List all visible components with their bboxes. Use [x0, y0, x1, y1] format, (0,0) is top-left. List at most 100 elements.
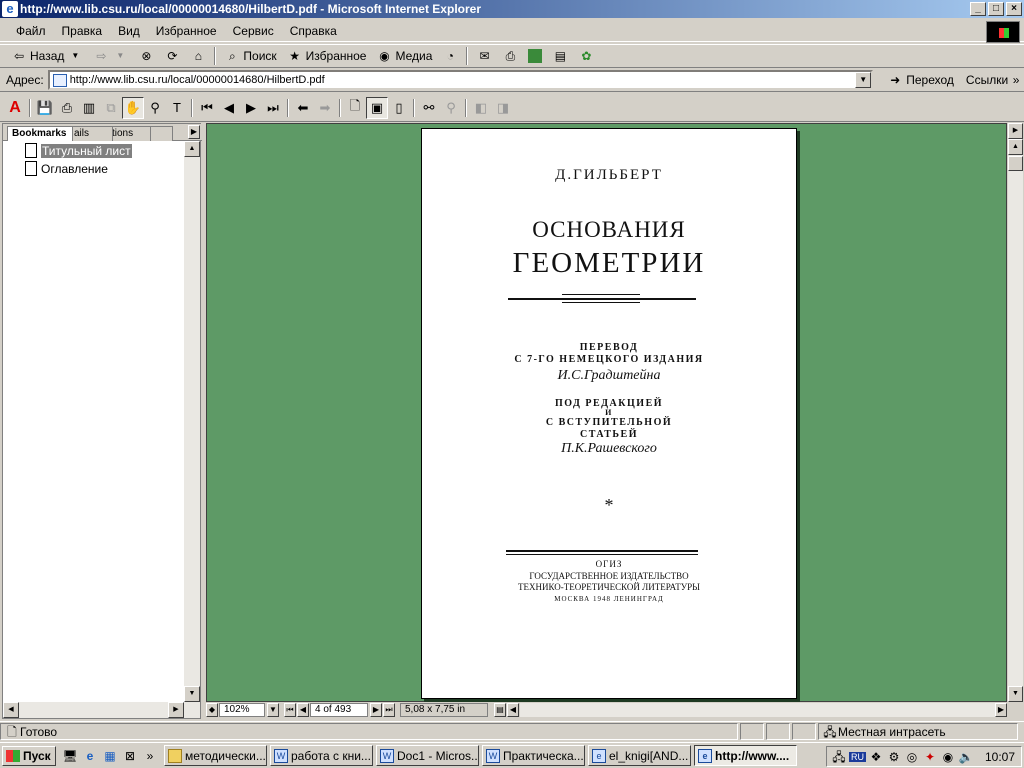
horizontal-scroll-track[interactable]: [520, 703, 995, 717]
taskbar-button[interactable]: W Doc1 - Micros...: [376, 745, 479, 766]
tray-app-icon[interactable]: ❖: [868, 749, 884, 765]
panel-arrow-icon[interactable]: ▶: [1008, 123, 1023, 139]
taskbar-button[interactable]: e el_knigi[AND...: [588, 745, 691, 766]
taskbar-button[interactable]: W Практическа...: [482, 745, 585, 766]
tray-app-icon[interactable]: ◎: [904, 749, 920, 765]
print-icon[interactable]: ⎙: [56, 97, 78, 119]
actual-size-icon[interactable]: 🗋: [344, 97, 366, 119]
document-scrollbar[interactable]: ▶ ▲ ▼: [1008, 123, 1023, 702]
tray-app-icon[interactable]: ◉: [940, 749, 956, 765]
first-page-icon[interactable]: ⏮: [196, 97, 218, 119]
page-number-field[interactable]: 4 of 493: [310, 703, 368, 717]
back-button[interactable]: ⇦ Назад ▼: [6, 45, 88, 67]
save-icon[interactable]: 💾: [34, 97, 56, 119]
text-select-icon[interactable]: T: [166, 97, 188, 119]
scroll-right-icon[interactable]: ▶: [995, 703, 1007, 717]
address-input[interactable]: http://www.lib.csu.ru/local/00000014680/…: [47, 70, 874, 90]
scroll-left-icon[interactable]: ◀: [3, 702, 19, 718]
scroll-down-icon[interactable]: ▼: [184, 686, 200, 702]
language-indicator[interactable]: RU: [849, 751, 866, 762]
links-button[interactable]: Ссылки: [960, 73, 1008, 87]
go-button[interactable]: ➜ Переход: [873, 72, 960, 88]
scroll-left-icon[interactable]: ◀: [507, 703, 519, 717]
panel-menu-arrow-icon[interactable]: ▶: [188, 125, 200, 139]
search-index-icon[interactable]: ⚲: [440, 97, 462, 119]
menu-tools[interactable]: Сервис: [225, 24, 282, 38]
favorites-button[interactable]: ★ Избранное: [282, 45, 372, 67]
previous-page-icon[interactable]: ◀: [218, 97, 240, 119]
forward-button[interactable]: ⇨ ▼: [88, 45, 133, 67]
bookmark-item[interactable]: Оглавление: [25, 161, 108, 176]
menu-favorites[interactable]: Избранное: [148, 24, 225, 38]
discuss-button[interactable]: ▤: [547, 45, 573, 67]
scroll-up-icon[interactable]: ▲: [184, 141, 200, 157]
network-icon[interactable]: 🖧: [831, 749, 847, 765]
navigation-toggle-icon[interactable]: ◆: [206, 703, 218, 717]
fit-width-icon[interactable]: ▯: [388, 97, 410, 119]
find-icon[interactable]: ⚯: [418, 97, 440, 119]
document-view[interactable]: Д.ГИЛЬБЕРТ ОСНОВАНИЯ ГЕОМЕТРИИ ПЕРЕВОД С…: [206, 123, 1007, 702]
next-page-icon[interactable]: ▶: [370, 703, 382, 717]
scroll-down-icon[interactable]: ▼: [1008, 686, 1023, 702]
copy-icon[interactable]: ⧉: [100, 97, 122, 119]
history-button[interactable]: ◔: [437, 45, 463, 67]
next-page-icon[interactable]: ▶: [240, 97, 262, 119]
menu-help[interactable]: Справка: [282, 24, 345, 38]
media-button[interactable]: ◉ Медиа: [371, 45, 437, 67]
go-forward-icon[interactable]: ➡: [314, 97, 336, 119]
media-player-icon[interactable]: ⊠: [122, 748, 138, 764]
bookmarks-hscrollbar[interactable]: ◀ ▶: [3, 702, 200, 718]
title-bar[interactable]: e http://www.lib.csu.ru/local/0000001468…: [0, 0, 1024, 18]
bookmarks-scrollbar[interactable]: ▲ ▼: [184, 141, 200, 702]
taskbar-button-active[interactable]: e http://www....: [694, 745, 797, 766]
volume-icon[interactable]: 🔈: [958, 749, 974, 765]
ie-icon[interactable]: e: [82, 748, 98, 764]
menu-edit[interactable]: Правка: [54, 24, 111, 38]
tab-bookmarks[interactable]: Bookmarks: [7, 126, 73, 141]
start-button[interactable]: Пуск: [2, 745, 56, 766]
zoom-dropdown-icon[interactable]: ▼: [267, 703, 279, 717]
scroll-up-icon[interactable]: ▲: [1008, 139, 1023, 155]
fit-page-icon[interactable]: ▣: [366, 96, 388, 119]
search-button[interactable]: ⌕ Поиск: [219, 45, 281, 67]
go-back-icon[interactable]: ⬅: [292, 97, 314, 119]
last-page-icon[interactable]: ⏭: [262, 97, 284, 119]
tray-app-icon[interactable]: ⚙: [886, 749, 902, 765]
rotate-left-icon[interactable]: ◧: [470, 97, 492, 119]
edit-button[interactable]: [523, 45, 547, 67]
page-layout-icon[interactable]: ▤: [494, 703, 506, 717]
home-button[interactable]: ⌂: [185, 45, 211, 67]
print-button[interactable]: ⎙: [497, 45, 523, 67]
chevron-right-icon[interactable]: »: [1008, 72, 1024, 88]
menu-view[interactable]: Вид: [110, 24, 148, 38]
adobe-logo-icon[interactable]: A: [4, 97, 26, 119]
zoom-tool-icon[interactable]: ⚲: [144, 97, 166, 119]
taskbar-button[interactable]: W работа с кни...: [270, 745, 373, 766]
chevron-down-icon[interactable]: ▼: [855, 72, 872, 88]
outlook-icon[interactable]: ▦: [102, 748, 118, 764]
desktop-icon[interactable]: 🖥: [62, 748, 78, 764]
tab-annotations[interactable]: tions: [107, 126, 151, 141]
minimize-button[interactable]: _: [970, 2, 986, 16]
tray-app-icon[interactable]: ✦: [922, 749, 938, 765]
scroll-right-icon[interactable]: ▶: [168, 702, 184, 718]
zoom-field[interactable]: 102%: [219, 703, 265, 717]
stop-button[interactable]: ⊗: [133, 45, 159, 67]
scroll-thumb[interactable]: [1008, 156, 1023, 171]
rotate-right-icon[interactable]: ◨: [492, 97, 514, 119]
show-navigation-pane-icon[interactable]: ▥: [78, 97, 100, 119]
taskbar-button[interactable]: методически...: [164, 745, 267, 766]
clock[interactable]: 10:07: [985, 750, 1021, 764]
messenger-button[interactable]: ✿: [573, 45, 599, 67]
menu-file[interactable]: Файл: [8, 24, 54, 38]
maximize-button[interactable]: □: [988, 2, 1004, 16]
close-button[interactable]: ×: [1006, 2, 1022, 16]
tab-thumbnails[interactable]: ails: [69, 126, 113, 141]
first-page-icon[interactable]: ⏮: [284, 703, 296, 717]
last-page-icon[interactable]: ⏭: [383, 703, 395, 717]
refresh-button[interactable]: ⟳: [159, 45, 185, 67]
hand-tool-icon[interactable]: ✋: [122, 96, 144, 119]
bookmark-item[interactable]: Титульный лист: [25, 143, 132, 158]
mail-button[interactable]: ✉: [471, 45, 497, 67]
chevron-right-icon[interactable]: »: [142, 748, 158, 764]
